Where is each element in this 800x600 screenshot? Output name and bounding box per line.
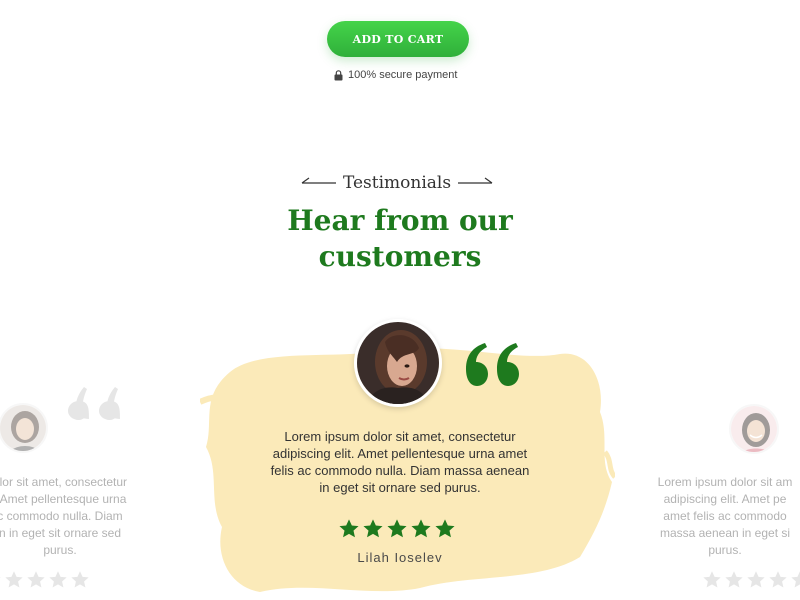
star-icon xyxy=(387,519,407,538)
section-heading: Hear from our customers xyxy=(230,203,570,275)
reviewer-name: Lilah Ioselev xyxy=(357,550,443,565)
review-line: adipiscing elit. Amet pe xyxy=(663,492,787,506)
star-icon xyxy=(49,571,67,588)
review-text-right: Lorem ipsum dolor sit am adipiscing elit… xyxy=(625,474,800,559)
review-text-center: Lorem ipsum dolor sit amet, consectetur … xyxy=(270,429,530,495)
review-line: purus. xyxy=(43,543,77,557)
rating-stars-center xyxy=(338,518,456,540)
quote-icon xyxy=(466,343,519,386)
avatar-right xyxy=(729,404,779,454)
star-icon xyxy=(747,571,765,588)
star-icon xyxy=(725,571,743,588)
review-line: purus. xyxy=(708,543,742,557)
eyebrow-left-line xyxy=(301,177,336,184)
star-icon xyxy=(791,571,800,588)
heading-line-1: Hear from our xyxy=(287,204,513,237)
add-to-cart-button[interactable]: ADD TO CART xyxy=(327,21,469,57)
lock-icon xyxy=(334,69,343,81)
avatar-left xyxy=(0,403,48,453)
star-icon xyxy=(5,571,23,588)
review-line: massa aenean in eget si xyxy=(659,526,791,540)
rating-stars-left xyxy=(0,570,90,590)
review-line: c commodo nulla. Diam xyxy=(0,509,123,523)
review-line: Lorem ipsum dolor sit am xyxy=(657,475,793,489)
review-text-left: olor sit amet, consectetur . Amet pellen… xyxy=(0,474,160,559)
secure-payment-note: 100% secure payment xyxy=(334,68,457,82)
quote-icon xyxy=(68,387,120,420)
star-icon xyxy=(363,519,383,538)
star-icon xyxy=(339,519,359,538)
star-icon xyxy=(27,571,45,588)
star-icon xyxy=(703,571,721,588)
review-line: n in eget sit ornare sed xyxy=(0,526,122,540)
testimonials-page: ADD TO CART 100% secure payment Testimon… xyxy=(0,0,800,600)
avatar-center xyxy=(354,319,442,407)
rating-stars-right xyxy=(702,570,800,590)
star-icon xyxy=(411,519,431,538)
review-line: . Amet pellentesque urna xyxy=(0,492,127,506)
star-icon xyxy=(71,571,89,588)
section-eyebrow: Testimonials xyxy=(297,172,497,194)
review-line: olor sit amet, consectetur xyxy=(0,475,128,489)
eyebrow-right-line xyxy=(458,177,493,184)
heading-line-2: customers xyxy=(318,240,482,273)
star-icon xyxy=(769,571,787,588)
secure-payment-text: 100% secure payment xyxy=(348,69,458,81)
review-line: amet felis ac commodo xyxy=(663,509,787,523)
star-icon xyxy=(0,577,1,579)
eyebrow-text: Testimonials xyxy=(342,173,452,193)
star-icon xyxy=(435,519,455,538)
